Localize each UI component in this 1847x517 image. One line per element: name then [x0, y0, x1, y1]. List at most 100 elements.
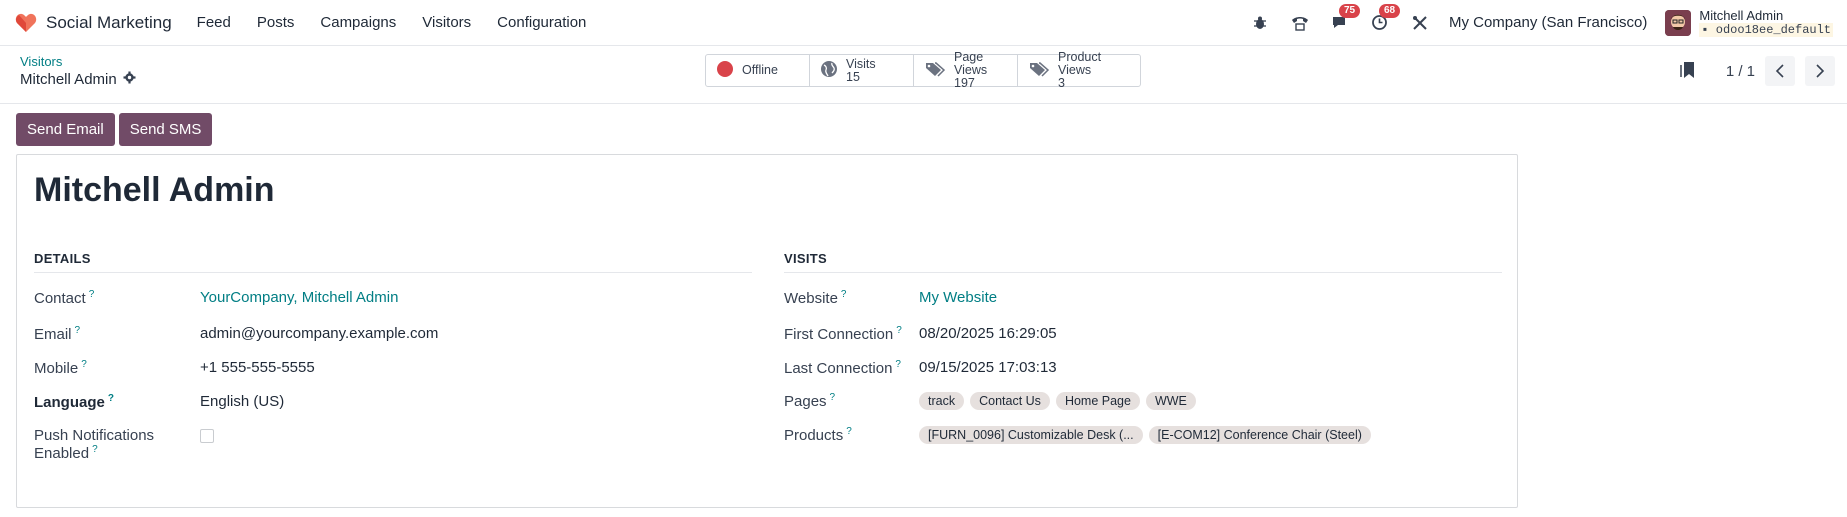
- website-row: Website? My Website: [784, 289, 997, 307]
- tools-icon[interactable]: [1409, 12, 1431, 34]
- action-buttons: Send Email Send SMS: [16, 113, 213, 146]
- language-row: Language? English (US): [34, 393, 284, 411]
- mobile-row: Mobile? +1 555-555-5555: [34, 359, 315, 377]
- visits-group: VISITS Website? My Website First Connect…: [784, 251, 1502, 444]
- offline-status-icon: [716, 60, 734, 81]
- status-label: Offline: [742, 63, 778, 77]
- user-menu[interactable]: Mitchell Admin ▪ odoo18ee_default: [1665, 7, 1833, 37]
- mobile-label-text: Mobile: [34, 360, 79, 377]
- first-connection-label-text: First Connection: [784, 326, 894, 343]
- breadcrumb-visitors[interactable]: Visitors: [20, 54, 136, 69]
- email-value[interactable]: admin@yourcompany.example.com: [200, 325, 438, 342]
- company-switcher[interactable]: My Company (San Francisco): [1449, 14, 1647, 31]
- website-value[interactable]: My Website: [919, 289, 997, 306]
- page-views-value: 197: [954, 76, 975, 90]
- activity-badge: 68: [1378, 3, 1401, 18]
- breadcrumb-current-label: Mitchell Admin: [20, 71, 117, 88]
- first-connection-label: First Connection?: [784, 325, 902, 343]
- status-button[interactable]: Offline: [706, 55, 810, 86]
- user-name: Mitchell Admin: [1699, 7, 1784, 23]
- language-label-text: Language: [34, 394, 105, 411]
- visits-value: 15: [846, 69, 860, 84]
- pager: 1 / 1: [1680, 56, 1835, 86]
- website-label: Website?: [784, 289, 847, 307]
- page-views-button[interactable]: Page Views 197: [914, 51, 1018, 90]
- page-tag[interactable]: Home Page: [1055, 392, 1140, 410]
- push-label-line2: Enabled: [34, 445, 90, 462]
- smart-buttons: Offline Visits 15 Page Views 197 Product…: [705, 51, 1141, 90]
- push-notifications-checkbox[interactable]: [200, 429, 214, 443]
- push-notifications-row: Push Notifications Enabled?: [34, 427, 214, 462]
- brand[interactable]: Social Marketing: [14, 11, 172, 35]
- website-label-text: Website: [784, 290, 838, 307]
- product-views-value: 3: [1058, 76, 1065, 90]
- product-views-label: Product Views: [1058, 50, 1102, 77]
- pages-label-text: Pages: [784, 393, 827, 410]
- page-tag[interactable]: track: [919, 392, 965, 410]
- menu-feed[interactable]: Feed: [184, 14, 244, 31]
- pager-next-button[interactable]: [1805, 56, 1835, 86]
- chat-badge: 75: [1338, 3, 1361, 18]
- tags-icon: [1028, 60, 1050, 81]
- database-name-text: odoo18ee_default: [1715, 22, 1831, 37]
- chat-icon[interactable]: 75: [1329, 3, 1361, 34]
- heart-logo-icon: [14, 11, 38, 35]
- pages-label: Pages?: [784, 392, 836, 410]
- menu-visitors[interactable]: Visitors: [409, 14, 484, 31]
- menu-campaigns[interactable]: Campaigns: [307, 14, 409, 31]
- mobile-label: Mobile?: [34, 359, 87, 377]
- product-views-button[interactable]: Product Views 3: [1018, 51, 1140, 90]
- tags-icon: [924, 60, 946, 81]
- product-tag[interactable]: [FURN_0096] Customizable Desk (...: [919, 426, 1143, 444]
- contact-label: Contact?: [34, 289, 95, 307]
- avatar: [1665, 9, 1692, 36]
- last-connection-label-text: Last Connection: [784, 360, 893, 377]
- send-email-button[interactable]: Send Email: [16, 113, 115, 146]
- breadcrumb: Visitors Mitchell Admin: [20, 54, 136, 88]
- visits-heading: VISITS: [784, 251, 1502, 273]
- language-value[interactable]: English (US): [200, 393, 284, 410]
- bug-icon[interactable]: [1249, 12, 1271, 34]
- push-notifications-label: Push Notifications Enabled?: [34, 427, 155, 462]
- last-connection-value: 09/15/2025 17:03:13: [919, 359, 1057, 376]
- details-group: DETAILS Contact? YourCompany, Mitchell A…: [34, 251, 752, 462]
- send-sms-button[interactable]: Send SMS: [118, 113, 213, 146]
- pager-previous-button[interactable]: [1765, 56, 1795, 86]
- first-connection-value: 08/20/2025 16:29:05: [919, 325, 1057, 342]
- clock-icon[interactable]: 68: [1369, 3, 1401, 34]
- products-tags: [FURN_0096] Customizable Desk (... [E-CO…: [919, 426, 1371, 444]
- push-label-line1: Push Notifications: [34, 427, 155, 444]
- menu-posts[interactable]: Posts: [244, 14, 308, 31]
- control-panel: Visitors Mitchell Admin Offline Visits 1…: [0, 46, 1847, 104]
- navbar-systray: 75 68 My Company (San Francisco) Mitchel…: [1249, 3, 1833, 37]
- contact-row: Contact? YourCompany, Mitchell Admin: [34, 289, 398, 307]
- phone-icon[interactable]: [1289, 12, 1311, 34]
- last-connection-label: Last Connection?: [784, 359, 901, 377]
- app-name: Social Marketing: [46, 12, 172, 32]
- products-row: Products? [FURN_0096] Customizable Desk …: [784, 426, 1371, 444]
- email-row: Email? admin@yourcompany.example.com: [34, 325, 438, 343]
- form-sheet: Mitchell Admin DETAILS Contact? YourComp…: [16, 154, 1518, 508]
- bookmark-icon[interactable]: [1680, 61, 1696, 82]
- contact-label-text: Contact: [34, 290, 86, 307]
- contact-value[interactable]: YourCompany, Mitchell Admin: [200, 289, 398, 306]
- menu-configuration[interactable]: Configuration: [484, 14, 599, 31]
- pages-row: Pages? track Contact Us Home Page WWE: [784, 392, 1196, 410]
- visits-button[interactable]: Visits 15: [810, 55, 914, 86]
- language-label: Language?: [34, 393, 114, 411]
- gear-icon[interactable]: [123, 71, 136, 88]
- first-connection-row: First Connection? 08/20/2025 16:29:05: [784, 325, 1057, 343]
- page-tag[interactable]: WWE: [1145, 392, 1196, 410]
- main-menu: Feed Posts Campaigns Visitors Configurat…: [184, 14, 600, 31]
- breadcrumb-current: Mitchell Admin: [20, 71, 136, 88]
- visits-label: Visits: [846, 56, 876, 71]
- pager-value[interactable]: 1 / 1: [1726, 63, 1755, 80]
- database-name: ▪ odoo18ee_default: [1699, 22, 1833, 37]
- products-label: Products?: [784, 426, 852, 444]
- pages-tags: track Contact Us Home Page WWE: [919, 392, 1196, 410]
- details-heading: DETAILS: [34, 251, 752, 273]
- page-tag[interactable]: Contact Us: [970, 392, 1050, 410]
- product-tag[interactable]: [E-COM12] Conference Chair (Steel): [1148, 426, 1371, 444]
- mobile-value[interactable]: +1 555-555-5555: [200, 359, 315, 376]
- email-label: Email?: [34, 325, 81, 343]
